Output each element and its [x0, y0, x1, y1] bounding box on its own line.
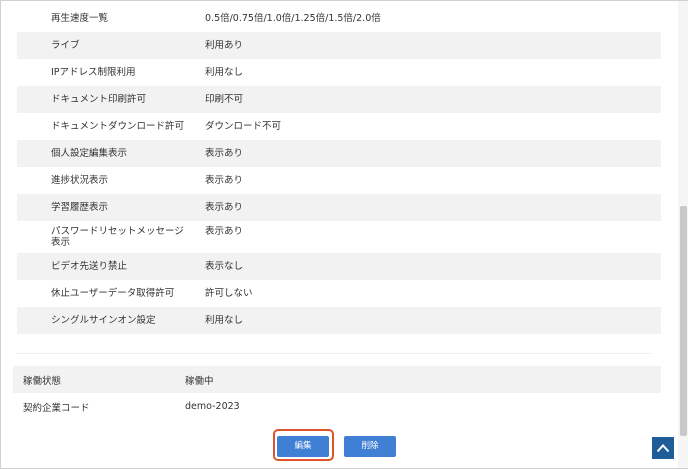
settings-row-doc-download: ドキュメントダウンロード許可 ダウンロード不可	[17, 113, 661, 140]
settings-label: 個人設定編集表示	[51, 148, 128, 159]
company-code-value: demo-2023	[185, 401, 240, 412]
settings-value: 表示あり	[205, 175, 244, 186]
settings-label: IPアドレス制限利用	[51, 67, 136, 78]
detail-panel: 再生速度一覧 0.5倍/0.75倍/1.0倍/1.25倍/1.5倍/2.0倍 ラ…	[0, 0, 688, 469]
settings-value: 表示なし	[205, 261, 244, 272]
settings-label: ライブ	[51, 40, 80, 51]
settings-row-sso: シングルサインオン設定 利用なし	[17, 307, 661, 334]
settings-value: 表示あり	[205, 148, 244, 159]
scrollbar-thumb[interactable]	[680, 206, 687, 436]
chevron-up-icon	[656, 444, 670, 453]
settings-row-history: 学習履歴表示 表示あり	[17, 194, 661, 221]
delete-button[interactable]: 削除	[344, 436, 396, 457]
settings-value: 表示あり	[205, 202, 244, 213]
settings-label: 進捗状況表示	[51, 175, 109, 186]
company-code-label: 契約企業コード	[23, 402, 90, 414]
settings-value: 許可しない	[205, 288, 253, 299]
settings-row-suspended-data: 休止ユーザーデータ取得許可 許可しない	[17, 280, 661, 307]
back-to-top-button[interactable]	[652, 437, 674, 459]
settings-label: ドキュメントダウンロード許可	[51, 121, 185, 132]
settings-value: 表示あり	[205, 226, 244, 237]
settings-label: ドキュメント印刷許可	[51, 94, 147, 105]
section-divider	[17, 353, 651, 354]
settings-value: 印刷不可	[205, 94, 244, 105]
edit-button[interactable]: 編集	[277, 436, 329, 457]
settings-row-progress: 進捗状況表示 表示あり	[17, 167, 661, 194]
company-code-row: 契約企業コード demo-2023	[13, 393, 661, 420]
settings-row-password-reset: パスワードリセットメッセージ表示 表示あり	[17, 221, 661, 253]
settings-row-live: ライブ 利用あり	[17, 32, 661, 59]
status-row: 稼働状態 稼働中	[13, 366, 661, 393]
settings-row-ip-restriction: IPアドレス制限利用 利用なし	[17, 59, 661, 86]
status-label: 稼働状態	[23, 375, 62, 387]
settings-row-doc-print: ドキュメント印刷許可 印刷不可	[17, 86, 661, 113]
settings-label: 休止ユーザーデータ取得許可	[51, 288, 175, 299]
status-value: 稼働中	[185, 375, 214, 387]
settings-label: パスワードリセットメッセージ表示	[51, 226, 184, 248]
settings-row-playback-speed: 再生速度一覧 0.5倍/0.75倍/1.0倍/1.25倍/1.5倍/2.0倍	[17, 5, 661, 32]
settings-label: シングルサインオン設定	[51, 315, 156, 326]
contract-info-table: 稼働状態 稼働中 契約企業コード demo-2023	[13, 366, 661, 420]
settings-label: ビデオ先送り禁止	[51, 261, 128, 272]
settings-value: ダウンロード不可	[205, 121, 282, 132]
settings-label: 学習履歴表示	[51, 202, 109, 213]
settings-value: 利用なし	[205, 67, 244, 78]
settings-value: 0.5倍/0.75倍/1.0倍/1.25倍/1.5倍/2.0倍	[205, 13, 381, 24]
settings-label: 再生速度一覧	[51, 13, 109, 24]
settings-row-video-skip: ビデオ先送り禁止 表示なし	[17, 253, 661, 280]
settings-value: 利用なし	[205, 315, 244, 326]
settings-row-personal-settings: 個人設定編集表示 表示あり	[17, 140, 661, 167]
settings-value: 利用あり	[205, 40, 244, 51]
settings-table: 再生速度一覧 0.5倍/0.75倍/1.0倍/1.25倍/1.5倍/2.0倍 ラ…	[17, 5, 661, 334]
